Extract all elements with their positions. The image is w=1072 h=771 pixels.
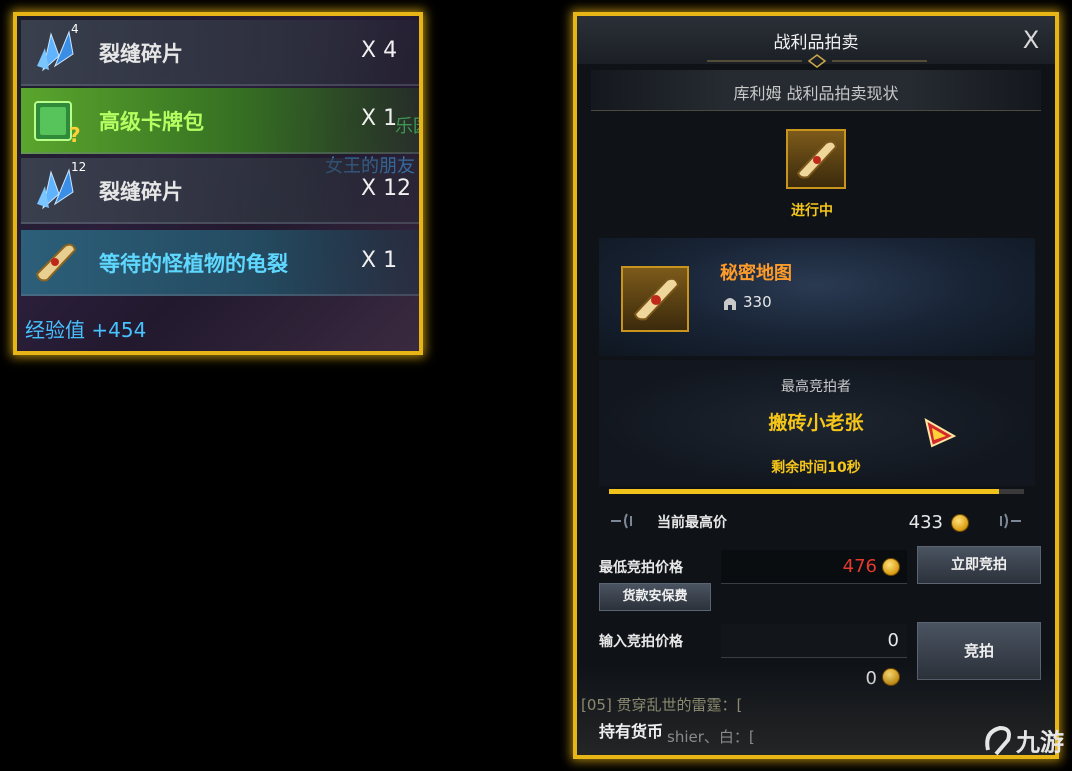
dialog-title: 战利品拍卖	[773, 33, 859, 53]
nine-game-logo-icon	[985, 725, 1011, 756]
ornament-right-icon	[1000, 513, 1021, 529]
card-pack-icon: ?	[34, 101, 81, 146]
held-currency-label: 持有货币	[599, 722, 664, 741]
scroll-icon	[633, 277, 680, 321]
top-bidder-name: 搬砖小老张	[768, 412, 864, 434]
scroll-icon	[35, 243, 77, 282]
transaction-fee-button[interactable]: 货款安保费	[599, 583, 711, 611]
min-bid-price-label: 最低竞拍价格	[599, 560, 683, 576]
loot-row: 12 裂缝碎片 X 12	[21, 158, 419, 224]
loot-row: ? 高级卡牌包 X 1	[21, 88, 419, 154]
auction-item-icon[interactable]	[621, 266, 689, 332]
ornament-left-icon	[611, 513, 632, 529]
auction-status-subtitle: 库利姆 战利品拍卖现状	[733, 84, 899, 103]
loot-notification-panel: 乐园 女王的朋友 4 裂缝碎片 X 4 ? 高级卡牌包 X 1 12 裂缝碎片 …	[13, 12, 423, 355]
loot-row: 4 裂缝碎片 X 4	[21, 20, 419, 86]
flag-icon	[924, 417, 957, 448]
time-progress-fill	[609, 489, 1000, 494]
watermark-text: 九游	[1016, 728, 1064, 757]
item-quantity: X 12	[361, 176, 412, 201]
loot-auction-dialog: 战利品拍卖 X 库利姆 战利品拍卖现状 进行中 秘密地图 330 最高竞拍者 搬…	[573, 12, 1059, 759]
chat-line: shier、白：[	[667, 728, 755, 746]
bid-now-button[interactable]: 立即竞拍	[917, 546, 1041, 584]
item-quantity: X 1	[361, 106, 398, 131]
auction-item-name: 秘密地图	[720, 263, 792, 284]
in-progress-label: 进行中	[791, 203, 833, 219]
top-bidder-label: 最高竞拍者	[781, 379, 851, 395]
item-name: 等待的怪植物的龟裂	[99, 252, 288, 276]
loot-row: 等待的怪植物的龟裂 X 1	[21, 230, 419, 296]
time-progress-bar	[609, 489, 1024, 494]
svg-text:?: ?	[69, 123, 81, 146]
item-quantity: X 4	[361, 38, 398, 63]
item-name: 裂缝碎片	[99, 42, 183, 66]
quantity-badge: 12	[71, 160, 87, 174]
gold-coin-icon	[882, 558, 900, 576]
experience-gain-text: 经验值 +454	[25, 318, 147, 342]
item-name: 裂缝碎片	[99, 180, 183, 204]
status-band: 库利姆 战利品拍卖现状	[591, 70, 1041, 111]
item-quantity: X 1	[361, 248, 398, 273]
item-name: 高级卡牌包	[99, 110, 204, 134]
bid-price-input-value: 0	[887, 630, 899, 651]
chat-line: [05] 贯穿乱世的雷霆：[	[581, 696, 743, 714]
current-top-price-value: 433	[908, 512, 943, 533]
gold-coin-icon	[951, 514, 969, 532]
watermark-logo: 九游	[980, 722, 1064, 758]
min-bid-price-value: 476	[842, 556, 877, 577]
dialog-header: 战利品拍卖 X	[577, 16, 1055, 68]
scroll-icon	[796, 140, 838, 179]
item-level: 330	[743, 293, 772, 311]
current-top-price-label: 当前最高价	[657, 515, 727, 531]
auction-item-thumbnail[interactable]	[786, 129, 846, 189]
helmet-icon	[724, 298, 736, 310]
enter-bid-price-label: 输入竞拍价格	[599, 634, 683, 650]
ornament-divider-icon	[707, 54, 927, 68]
close-button[interactable]: X	[1017, 26, 1045, 54]
quantity-badge: 4	[71, 22, 79, 36]
time-remaining: 剩余时间10秒	[771, 460, 861, 476]
